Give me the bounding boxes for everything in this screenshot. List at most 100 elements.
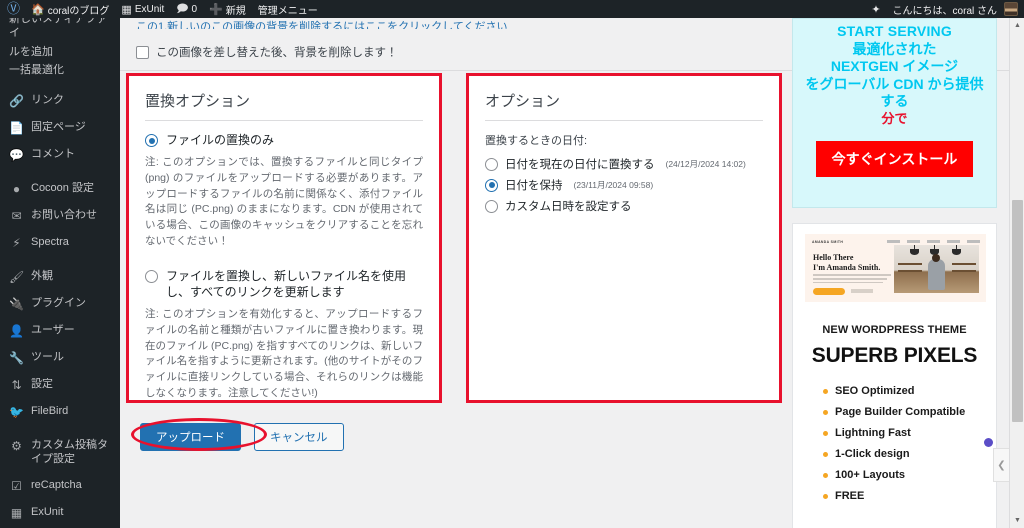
date-option-label: 日付を保持 xyxy=(505,180,563,192)
remove-background-checkbox[interactable] xyxy=(136,45,149,59)
scrollbar-thumb[interactable] xyxy=(1012,200,1023,422)
superb-pixels-theme-ad[interactable]: AMANDA SMITH Hello There I'm Amanda Smit… xyxy=(792,223,997,528)
comments-count: 0 xyxy=(191,3,198,15)
sidebar-item-label: 外観 xyxy=(31,270,53,282)
sidebar-item-label: ルを追加 xyxy=(9,45,53,58)
date-option-3[interactable]: カスタム日時を設定する xyxy=(485,198,763,214)
screen: Ⓥ 🏠 coralのブログ ▦ ExUnit 🗩 0 ➕ 新規 管理メニュー ✦… xyxy=(0,0,1024,528)
date-option-1[interactable]: 日付を現在の日付に置換する (24/12月/2024 14:02) xyxy=(485,156,763,172)
exunit-menu[interactable]: ▦ ExUnit xyxy=(115,0,170,18)
menu-separator xyxy=(0,169,120,176)
replace-options-panel: 置換オプション ファイルの置換のみ 注: このオプションでは、置換するファイルと… xyxy=(126,73,442,403)
theme-feature-item: SEO Optimized xyxy=(823,385,984,397)
radio-replace-and-update-links[interactable] xyxy=(145,269,158,283)
date-option-timestamp: (24/12月/2024 14:02) xyxy=(665,159,746,169)
theme-preview-link xyxy=(851,289,873,293)
remove-background-checkbox-row[interactable]: この画像を差し替えた後、背景を削除します！ xyxy=(136,44,398,60)
sidebar-item-ツール[interactable]: 🔧 ツール xyxy=(0,345,120,372)
radio-date-option-2[interactable] xyxy=(485,178,498,192)
settings-icon: ⇅ xyxy=(11,378,22,392)
sidebar-item-label: FileBird xyxy=(31,405,69,417)
admin-bar: Ⓥ 🏠 coralのブログ ▦ ExUnit 🗩 0 ➕ 新規 管理メニュー ✦… xyxy=(0,0,1024,18)
option-replace-and-update-links[interactable]: ファイルを置換し、新しいファイル名を使用し、すべてのリンクを更新します xyxy=(145,268,423,300)
date-option-timestamp: (23/11月/2024 09:58) xyxy=(573,180,654,190)
cdn-ad-line5: 分で xyxy=(881,110,908,126)
sidebar-item-新しいメディアファイ[interactable]: 新しいメディアファイ xyxy=(0,18,120,44)
sidebar-item-label: リンク xyxy=(31,94,64,106)
appearance-icon: 🖌 xyxy=(9,270,25,284)
theme-ad-name: SUPERB PIXELS xyxy=(811,344,978,367)
sidebar-item-filebird[interactable]: 🐦 FileBird xyxy=(0,399,120,426)
site-name-menu[interactable]: 🏠 coralのブログ xyxy=(25,0,115,18)
sparkle-icon[interactable]: ✦ xyxy=(865,0,886,18)
upload-button[interactable]: アップロード xyxy=(140,423,241,451)
sidebar-item-カスタム投稿タイプ設定[interactable]: ⚙ カスタム投稿タイプ設定 xyxy=(0,433,120,473)
plus-icon: ➕ xyxy=(209,3,223,16)
theme-preview-cta xyxy=(813,288,845,295)
cancel-button[interactable]: キャンセル xyxy=(254,423,344,451)
new-label: 新規 xyxy=(225,5,246,17)
scroll-down-arrow-icon[interactable]: ▼ xyxy=(1010,513,1024,528)
theme-preview-brand: AMANDA SMITH xyxy=(812,240,844,244)
sidebar-item-label: お問い合わせ xyxy=(31,209,97,221)
theme-feature-item: 100+ Layouts xyxy=(823,469,984,481)
scroll-up-arrow-icon[interactable]: ▲ xyxy=(1010,18,1024,33)
date-options-list: 日付を現在の日付に置換する (24/12月/2024 14:02) 日付を保持 (23… xyxy=(485,156,763,214)
option-replace-and-update-links-note: 注: このオプションを有効化すると、アップロードするファイルの名前と種類が古いフ… xyxy=(145,308,423,399)
install-now-button[interactable]: 今すぐインストール xyxy=(815,141,974,178)
cdn-ad-line1: START SERVING xyxy=(837,23,952,39)
date-options-panel: オプション 置換するときの日付: 日付を現在の日付に置換する (24/12月/20… xyxy=(466,73,782,403)
sidebar-item-設定[interactable]: ⇅ 設定 xyxy=(0,372,120,399)
sidebar-item-ユーザー[interactable]: 👤 ユーザー xyxy=(0,318,120,345)
sidebar-item-リンク[interactable]: 🔗 リンク xyxy=(0,88,120,115)
date-option-2[interactable]: 日付を保持 (23/11月/2024 09:58) xyxy=(485,177,763,193)
sidebar-item-コメント[interactable]: 💬 コメント xyxy=(0,142,120,169)
sidebar-item-label: Cocoon 設定 xyxy=(31,182,94,194)
date-option-label: カスタム日時を設定する xyxy=(505,201,632,213)
sidebar-item-label: 一括最適化 xyxy=(9,64,64,77)
new-content-menu[interactable]: ➕ 新規 xyxy=(203,0,252,18)
panel-collapse-toggle[interactable]: ❮ xyxy=(993,448,1009,482)
exunit-icon: ▦ xyxy=(121,3,132,16)
avatar xyxy=(1004,2,1018,16)
options-title: オプション xyxy=(485,90,763,121)
sidebar-item-cocoon-設定[interactable]: ● Cocoon 設定 xyxy=(0,176,120,203)
menu-separator xyxy=(0,426,120,433)
sidebar-item-spectra[interactable]: ⚡ Spectra xyxy=(0,230,120,257)
user-account-menu[interactable]: こんにちは、coral さん xyxy=(887,0,1024,18)
link-icon: 🔗 xyxy=(9,94,24,108)
theme-preview-heading: Hello There I'm Amanda Smith. xyxy=(813,253,881,272)
home-icon: 🏠 xyxy=(31,3,45,16)
admin-sidebar-menu: 新しいメディアファイ ルを追加一括最適化 🔗 リンク 📄 固定ページ 💬 コメント ● Cocoo… xyxy=(0,18,120,528)
remove-background-checkbox-label: この画像を差し替えた後、背景を削除します！ xyxy=(156,47,398,59)
sidebar-item-固定ページ[interactable]: 📄 固定ページ xyxy=(0,115,120,142)
cdn-ad-line3: NEXTGEN イメージ xyxy=(830,58,959,74)
sidebar-item-label: ツール xyxy=(31,351,64,363)
sidebar-item-label: コメント xyxy=(31,148,75,160)
comment-icon: 💬 xyxy=(9,148,24,162)
radio-date-option-1[interactable] xyxy=(485,157,498,171)
comments-menu[interactable]: 🗩 0 xyxy=(170,0,203,18)
sidebar-item-recaptcha[interactable]: ☑ reCaptcha xyxy=(0,473,120,500)
sidebar-item-プラグイン[interactable]: 🔌 プラグイン xyxy=(0,291,120,318)
sidebar-item-お問い合わせ[interactable]: ✉ お問い合わせ xyxy=(0,203,120,230)
theme-preview-photo xyxy=(894,245,979,293)
sidebar-item-label: Spectra xyxy=(31,236,69,248)
sidebar-item-label: 固定ページ xyxy=(31,121,86,133)
sidebar-item-ルを追加[interactable]: ルを追加 xyxy=(0,44,120,63)
theme-feature-item: FREE xyxy=(823,490,984,502)
page-scrollbar[interactable]: ▲ ▼ xyxy=(1009,18,1024,528)
gear-icon: ⚙ xyxy=(11,439,22,453)
radio-date-option-3[interactable] xyxy=(485,199,498,213)
sidebar-item-外観[interactable]: 🖌 外観 xyxy=(0,264,120,291)
wordpress-logo-icon[interactable]: Ⓥ xyxy=(0,0,25,18)
menu-separator xyxy=(0,257,120,264)
radio-replace-file-only[interactable] xyxy=(145,134,158,147)
nextgen-cdn-ad[interactable]: START SERVING 最適化された NEXTGEN イメージ をグローバル… xyxy=(792,18,997,208)
admin-menu-entry[interactable]: 管理メニュー xyxy=(252,0,324,18)
theme-feature-list: SEO Optimized Page Builder Compatible Ligh… xyxy=(823,385,984,502)
sidebar-item-exunit[interactable]: ▦ ExUnit xyxy=(0,500,120,527)
remove-background-link[interactable]: この1.新しいのこの画像の背景を削除するにはここをクリックしてください xyxy=(136,18,786,29)
sidebar-item-一括最適化[interactable]: 一括最適化 xyxy=(0,62,120,81)
option-replace-file-only[interactable]: ファイルの置換のみ xyxy=(145,132,423,148)
